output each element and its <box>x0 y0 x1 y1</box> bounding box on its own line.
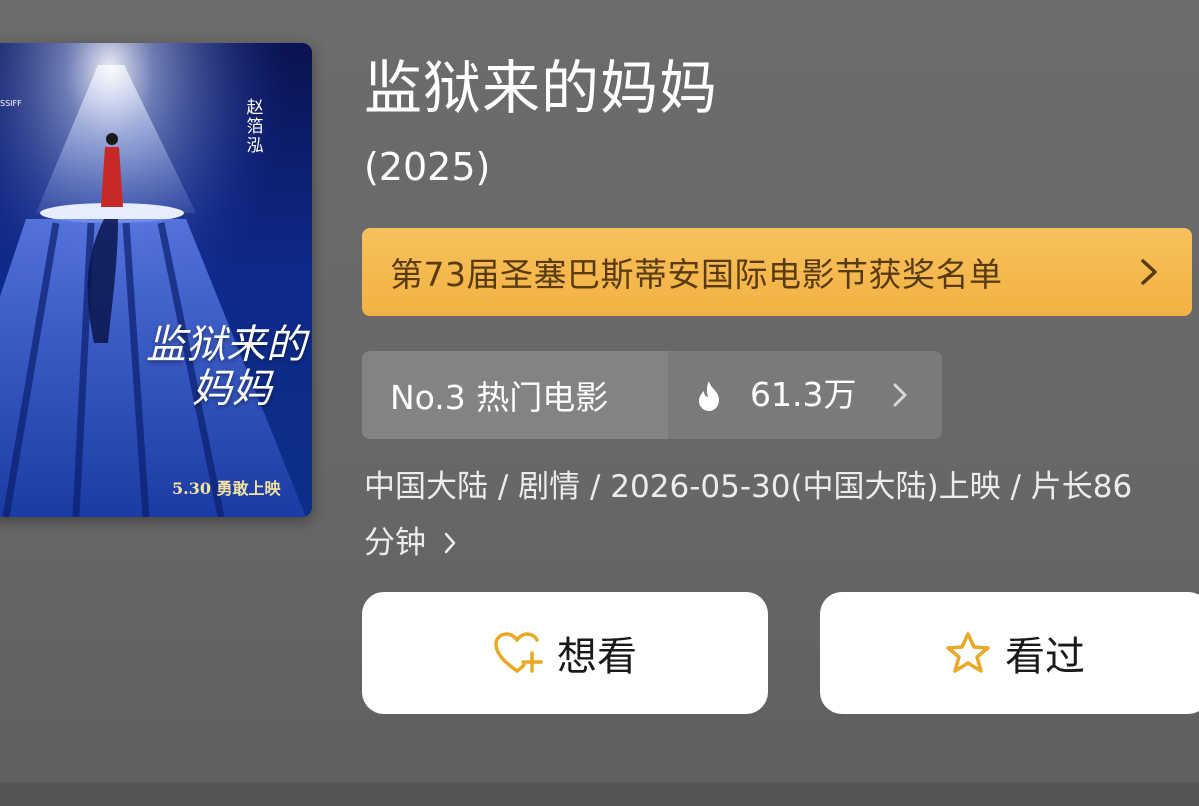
chevron-right-icon <box>893 383 907 407</box>
chevron-right-icon <box>1141 259 1157 285</box>
poster-title-line1: 监狱来的 <box>146 322 306 368</box>
award-banner-label: 第73届圣塞巴斯蒂安国际电影节获奖名单 <box>390 255 1003 294</box>
rank-label: No.3 热门电影 <box>390 378 609 417</box>
heat-value: 61.3万 <box>750 375 857 414</box>
heart-plus-icon <box>494 632 543 673</box>
watched-label: 看过 <box>1005 634 1085 680</box>
award-banner[interactable]: 第73届圣塞巴斯蒂安国际电影节获奖名单 <box>362 228 1192 316</box>
want-to-watch-button[interactable]: 想看 <box>362 592 768 714</box>
fire-icon <box>699 381 719 411</box>
poster-title: 监狱来的 妈妈 <box>146 323 306 411</box>
movie-meta-more[interactable]: 分钟 <box>364 518 458 568</box>
star-icon <box>946 632 990 673</box>
watched-button[interactable]: 看过 <box>820 592 1199 714</box>
poster-title-line2: 妈妈 <box>192 366 272 412</box>
movie-meta-info: 中国大陆 / 剧情 / 2026-05-30(中国大陆)上映 / 片长86 <box>364 469 1133 505</box>
movie-title: 监狱来的妈妈 <box>364 54 719 122</box>
poster-director-credit: 赵箔泓 <box>246 98 264 156</box>
chevron-right-icon <box>444 532 456 554</box>
poster-festival-logo: SSIFF <box>0 99 22 108</box>
want-to-watch-label: 想看 <box>557 634 637 680</box>
poster-release-note: 5.30 勇敢上映 <box>172 479 281 498</box>
rank-label-area: No.3 热门电影 <box>362 351 668 439</box>
popular-ranking-pill[interactable]: No.3 热门电影 61.3万 <box>362 351 942 439</box>
movie-detail-page: SSIFF 赵箔泓 监狱来的 妈妈 5.30 勇敢上映 监狱来的妈妈 (2025… <box>0 0 1199 806</box>
movie-poster[interactable]: SSIFF 赵箔泓 监狱来的 妈妈 5.30 勇敢上映 <box>0 43 312 517</box>
movie-year: (2025) <box>364 145 491 189</box>
movie-meta-info-cont: 分钟 <box>364 525 426 561</box>
bottom-divider <box>0 782 1199 806</box>
